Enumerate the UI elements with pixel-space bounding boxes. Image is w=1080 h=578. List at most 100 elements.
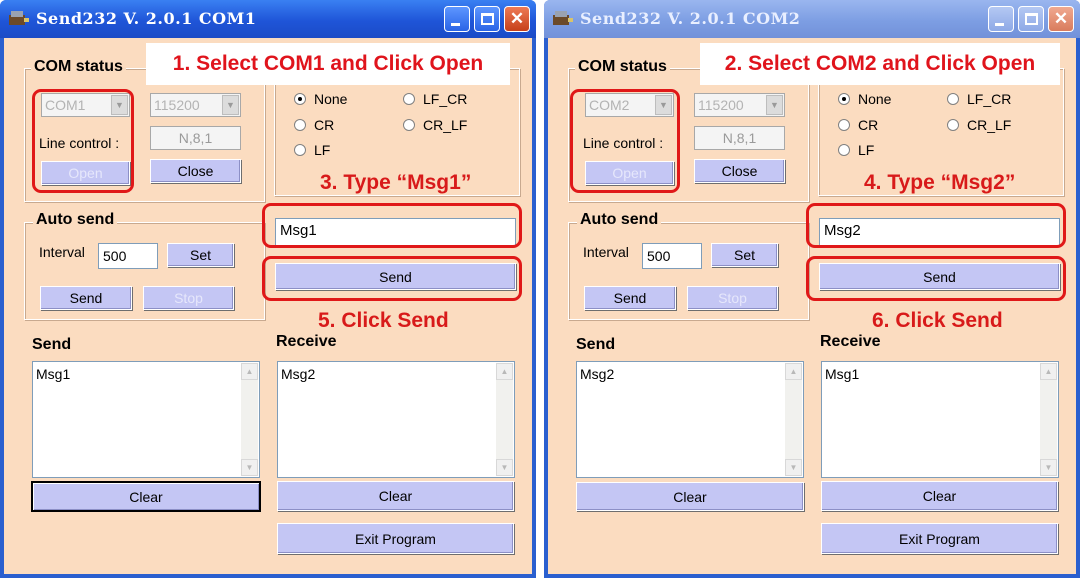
radio-none[interactable]: None	[838, 91, 891, 107]
baud-select[interactable]: 115200 ▼	[150, 93, 241, 117]
radio-lf[interactable]: LF	[838, 142, 874, 158]
radio-label: None	[858, 91, 892, 107]
vertical-scrollbar[interactable]: ▲ ▼	[241, 363, 258, 476]
chevron-down-icon: ▼	[222, 95, 239, 115]
radio-icon	[403, 119, 415, 131]
scroll-down-icon[interactable]: ▼	[241, 459, 258, 476]
radio-selected-icon	[838, 93, 850, 105]
vertical-scrollbar[interactable]: ▲ ▼	[785, 363, 802, 476]
scroll-up-icon[interactable]: ▲	[241, 363, 258, 380]
receive-textarea[interactable]: Msg2 ▲ ▼	[277, 361, 515, 478]
title-bar[interactable]: Send232 V. 2.0.1 COM2 ✕	[544, 0, 1080, 38]
auto-send-label: Auto send	[33, 211, 118, 229]
com-status-label: COM status	[31, 58, 126, 76]
annotation-box-send	[262, 256, 522, 301]
set-button[interactable]: Set	[167, 243, 234, 267]
radio-lf-cr[interactable]: LF_CR	[403, 91, 467, 107]
scroll-up-icon[interactable]: ▲	[785, 363, 802, 380]
receive-text: Msg1	[825, 366, 860, 382]
scroll-up-icon[interactable]: ▲	[1040, 363, 1057, 380]
interval-input[interactable]: 500	[98, 243, 158, 269]
baud-value: 115200	[154, 97, 200, 113]
set-button[interactable]: Set	[711, 243, 778, 267]
maximize-button[interactable]	[1018, 6, 1044, 32]
receive-text: Msg2	[281, 366, 316, 382]
radio-cr[interactable]: CR	[294, 117, 334, 133]
send-textarea[interactable]: Msg1 ▲ ▼	[32, 361, 260, 478]
clear-send-button[interactable]: Clear	[31, 481, 261, 512]
radio-label: None	[314, 91, 348, 107]
radio-cr[interactable]: CR	[838, 117, 878, 133]
send-text: Msg1	[36, 366, 71, 382]
radio-none[interactable]: None	[294, 91, 347, 107]
radio-icon	[838, 144, 850, 156]
interval-input[interactable]: 500	[642, 243, 702, 269]
callout-step-2: 2. Select COM2 and Click Open	[700, 43, 1060, 85]
scroll-down-icon[interactable]: ▼	[1040, 459, 1057, 476]
app-icon	[9, 11, 29, 25]
close-port-button[interactable]: Close	[694, 159, 785, 183]
send-textarea[interactable]: Msg2 ▲ ▼	[576, 361, 804, 478]
callout-step-1: 1. Select COM1 and Click Open	[146, 43, 510, 85]
radio-icon	[294, 144, 306, 156]
close-port-button[interactable]: Close	[150, 159, 241, 183]
radio-cr-lf[interactable]: CR_LF	[403, 117, 467, 133]
annotation-box-send	[806, 256, 1066, 301]
title-bar[interactable]: Send232 V. 2.0.1 COM1 ✕	[0, 0, 536, 38]
radio-label: CR_LF	[967, 117, 1012, 133]
clear-receive-button[interactable]: Clear	[821, 481, 1058, 511]
baud-value: 115200	[698, 97, 744, 113]
send-text: Msg2	[580, 366, 615, 382]
annotation-box-port	[32, 89, 134, 193]
line-control-field: N,8,1	[150, 126, 241, 150]
clear-receive-button[interactable]: Clear	[277, 481, 514, 511]
radio-cr-lf[interactable]: CR_LF	[947, 117, 1011, 133]
minimize-icon	[995, 23, 1004, 26]
callout-step-5: 5. Click Send	[318, 309, 449, 332]
app-icon	[553, 11, 573, 25]
minimize-button[interactable]	[444, 6, 470, 32]
radio-label: LF	[314, 142, 331, 158]
radio-label: CR	[314, 117, 335, 133]
vertical-scrollbar[interactable]: ▲ ▼	[496, 363, 513, 476]
radio-label: CR	[858, 117, 879, 133]
interval-label: Interval	[39, 244, 85, 260]
window-title: Send232 V. 2.0.1 COM1	[36, 9, 257, 28]
exit-program-button[interactable]: Exit Program	[821, 523, 1058, 554]
radio-label: LF_CR	[423, 91, 468, 107]
send-area-label: Send	[576, 336, 616, 353]
exit-program-button[interactable]: Exit Program	[277, 523, 514, 554]
close-window-button[interactable]: ✕	[1048, 6, 1074, 32]
annotation-box-port	[570, 89, 680, 193]
send-area-label: Send	[32, 336, 72, 353]
annotation-box-input	[262, 203, 522, 248]
receive-textarea[interactable]: Msg1 ▲ ▼	[821, 361, 1059, 478]
auto-send-button[interactable]: Send	[40, 286, 132, 310]
radio-icon	[947, 119, 959, 131]
minimize-button[interactable]	[988, 6, 1014, 32]
stop-button[interactable]: Stop	[143, 286, 234, 310]
scroll-up-icon[interactable]: ▲	[496, 363, 513, 380]
close-window-button[interactable]: ✕	[504, 6, 530, 32]
auto-send-button[interactable]: Send	[584, 286, 676, 310]
receive-area-label: Receive	[276, 333, 337, 350]
maximize-button[interactable]	[474, 6, 500, 32]
scroll-down-icon[interactable]: ▼	[496, 459, 513, 476]
minimize-icon	[451, 23, 460, 26]
radio-lf[interactable]: LF	[294, 142, 330, 158]
stop-button[interactable]: Stop	[687, 286, 778, 310]
window-title: Send232 V. 2.0.1 COM2	[580, 9, 801, 28]
callout-step-6: 6. Click Send	[872, 309, 1003, 332]
interval-label: Interval	[583, 244, 629, 260]
maximize-icon	[481, 13, 494, 25]
baud-select[interactable]: 115200 ▼	[694, 93, 785, 117]
line-control-field: N,8,1	[694, 126, 785, 150]
vertical-scrollbar[interactable]: ▲ ▼	[1040, 363, 1057, 476]
clear-send-button[interactable]: Clear	[576, 482, 804, 511]
annotation-box-input	[806, 203, 1066, 248]
maximize-icon	[1025, 13, 1038, 25]
send232-window-com1: Send232 V. 2.0.1 COM1 ✕ COM status COM1 ▼…	[0, 0, 536, 578]
scroll-down-icon[interactable]: ▼	[785, 459, 802, 476]
radio-label: LF	[858, 142, 875, 158]
radio-lf-cr[interactable]: LF_CR	[947, 91, 1011, 107]
